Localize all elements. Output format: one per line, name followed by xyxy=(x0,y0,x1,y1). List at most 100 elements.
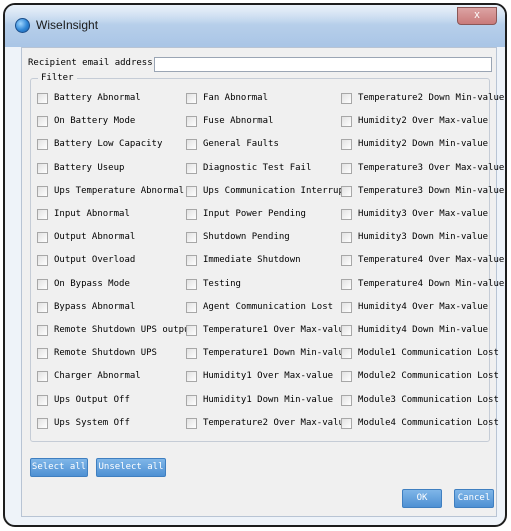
dialog-body: Recipient email address: Filter Battery … xyxy=(21,47,504,517)
checkbox[interactable] xyxy=(186,93,197,104)
checkbox[interactable] xyxy=(186,325,197,336)
ok-button[interactable]: OK xyxy=(402,489,442,508)
checkbox[interactable] xyxy=(341,348,352,360)
checkbox-label: Immediate Shutdown xyxy=(203,255,301,266)
checkbox-label: Ups Temperature Abnormal xyxy=(54,185,185,196)
checkbox[interactable] xyxy=(341,301,352,313)
checkbox[interactable] xyxy=(186,394,197,406)
checkbox-label: Humidity1 Over Max-value xyxy=(203,371,334,382)
checkbox[interactable] xyxy=(341,185,352,197)
checkbox-label: Humidity2 Over Max-value xyxy=(358,116,489,127)
checkbox[interactable] xyxy=(37,139,48,151)
checkbox-label: Agent Communication Lost xyxy=(203,301,334,312)
checkbox[interactable] xyxy=(341,278,352,290)
app-logo-icon xyxy=(15,18,30,33)
checkbox[interactable] xyxy=(37,348,48,360)
checkbox-label: Module4 Communication Lost xyxy=(358,417,499,428)
checkbox[interactable] xyxy=(341,325,352,336)
checkbox[interactable] xyxy=(186,417,197,429)
checkbox-label: General Faults xyxy=(203,139,279,150)
checkbox[interactable] xyxy=(186,278,197,290)
filter-group: Filter Battery Abnormal On Battery Mode Ba… xyxy=(30,73,504,442)
checkbox-label: Temperature4 Down Min-value xyxy=(358,278,505,289)
checkbox[interactable] xyxy=(37,417,48,429)
checkbox-label: Module1 Communication Lost xyxy=(358,348,499,359)
checkbox-label: Remote Shutdown UPS output xyxy=(54,325,195,335)
checkbox[interactable] xyxy=(37,116,48,128)
checkbox[interactable] xyxy=(37,209,48,220)
checkbox[interactable] xyxy=(37,185,48,197)
checkbox[interactable] xyxy=(341,116,352,128)
checkbox[interactable] xyxy=(186,371,197,383)
checkbox[interactable] xyxy=(37,278,48,290)
checkbox-label: Input Abnormal xyxy=(54,209,130,219)
select-all-button[interactable]: Select all xyxy=(30,458,88,477)
checkbox-label: Module3 Communication Lost xyxy=(358,394,499,405)
checkbox-label: Ups Output Off xyxy=(54,394,130,405)
close-button[interactable]: x xyxy=(457,7,497,25)
checkbox-label: Output Abnormal xyxy=(54,232,136,243)
checkbox-label: Battery Abnormal xyxy=(54,93,141,103)
checkbox[interactable] xyxy=(37,93,48,104)
checkbox-label: On Battery Mode xyxy=(54,116,136,127)
checkbox-label: Module2 Communication Lost xyxy=(358,371,499,382)
checkbox-label: Testing xyxy=(203,278,241,289)
checkbox[interactable] xyxy=(37,162,48,174)
checkbox[interactable] xyxy=(341,371,352,383)
checkbox[interactable] xyxy=(341,139,352,151)
checkbox[interactable] xyxy=(341,394,352,406)
checkbox[interactable] xyxy=(186,255,197,267)
checkbox-label: Fuse Abnormal xyxy=(203,116,274,127)
checkbox-label: Bypass Abnormal xyxy=(54,301,136,312)
filter-legend: Filter xyxy=(38,73,77,83)
checkbox-label: Humidity3 Down Min-value xyxy=(358,232,489,243)
checkbox-label: Temperature3 Down Min-value xyxy=(358,185,505,196)
checkbox-label: Ups System Off xyxy=(54,417,130,428)
window-title: WiseInsight xyxy=(36,18,99,32)
checkbox-label: Battery Useup xyxy=(54,162,125,173)
checkbox-label: Temperature1 Over Max-value xyxy=(203,325,350,335)
checkbox[interactable] xyxy=(341,232,352,244)
unselect-all-button[interactable]: Unselect all xyxy=(96,458,166,477)
checkbox[interactable] xyxy=(37,255,48,267)
cancel-button[interactable]: Cancel xyxy=(454,489,494,508)
title-bar: WiseInsight x xyxy=(5,5,505,47)
checkbox[interactable] xyxy=(37,394,48,406)
checkbox-label: Output Overload xyxy=(54,255,136,266)
checkbox-label: Shutdown Pending xyxy=(203,232,290,243)
checkbox[interactable] xyxy=(186,116,197,128)
checkbox[interactable] xyxy=(186,301,197,313)
checkbox[interactable] xyxy=(186,348,197,360)
checkbox[interactable] xyxy=(186,139,197,151)
email-input[interactable] xyxy=(154,57,492,72)
checkbox-label: Humidity3 Over Max-value xyxy=(358,209,489,219)
checkbox[interactable] xyxy=(186,209,197,220)
checkbox[interactable] xyxy=(37,301,48,313)
checkbox-label: Temperature1 Down Min-value xyxy=(203,348,350,359)
checkbox[interactable] xyxy=(341,162,352,174)
checkbox[interactable] xyxy=(186,185,197,197)
checkbox[interactable] xyxy=(186,162,197,174)
checkbox[interactable] xyxy=(37,371,48,383)
checkbox-label: Humidity1 Down Min-value xyxy=(203,394,334,405)
checkbox-label: On Bypass Mode xyxy=(54,278,130,289)
checkbox-label: Battery Low Capacity xyxy=(54,139,163,150)
checkbox-label: Temperature4 Over Max-value xyxy=(358,255,505,266)
checkbox-label: Temperature3 Over Max-value xyxy=(358,162,505,173)
checkbox-label: Humidity2 Down Min-value xyxy=(358,139,489,150)
checkbox-label: Remote Shutdown UPS xyxy=(54,348,157,359)
checkbox[interactable] xyxy=(37,325,48,336)
checkbox-label: Humidity4 Over Max-value xyxy=(358,301,489,312)
checkbox-label: Humidity4 Down Min-value xyxy=(358,325,489,335)
dialog-window: WiseInsight x Recipient email address: F… xyxy=(3,3,507,527)
checkbox[interactable] xyxy=(341,255,352,267)
checkbox[interactable] xyxy=(341,209,352,220)
checkbox[interactable] xyxy=(186,232,197,244)
checkbox-label: Temperature2 Down Min-value xyxy=(358,93,505,103)
checkbox-label: Charger Abnormal xyxy=(54,371,141,382)
checkbox[interactable] xyxy=(341,93,352,104)
checkbox[interactable] xyxy=(37,232,48,244)
checkbox-label: Input Power Pending xyxy=(203,209,306,219)
checkbox-label: Temperature2 Over Max-value xyxy=(203,417,350,428)
checkbox[interactable] xyxy=(341,417,352,429)
